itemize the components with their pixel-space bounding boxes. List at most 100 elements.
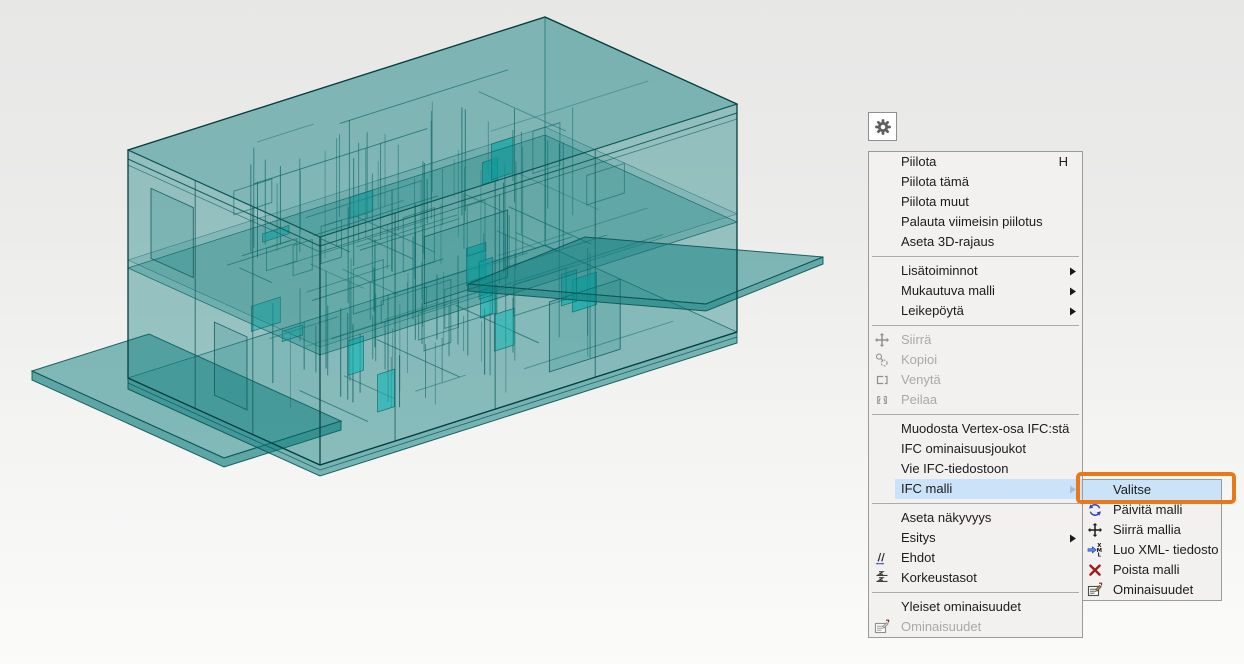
menu-item-label: Ominaisuudet <box>1113 580 1221 600</box>
menu-item-label: Aseta 3D-rajaus <box>901 232 1082 252</box>
xml-icon: X M L <box>1087 542 1103 558</box>
menu-icon-gutter <box>869 597 895 617</box>
submenu-arrow <box>1070 267 1082 276</box>
menu-item-label: Siirrä <box>901 330 1082 350</box>
menu-item-label: Venytä <box>901 370 1082 390</box>
menu-item-label: Muodosta Vertex-osa IFC:stä <box>901 419 1082 439</box>
menu-item-peilaa: Peilaa <box>869 390 1082 410</box>
menu-item-label: Mukautuva malli <box>901 281 1070 301</box>
context-menu: PiilotaHPiilota tämäPiilota muutPalauta … <box>868 151 1083 638</box>
move-icon <box>1087 522 1103 538</box>
menu-separator <box>869 252 1082 261</box>
menu-item-vie-ifc-tiedostoon[interactable]: Vie IFC-tiedostoon <box>869 459 1082 479</box>
menu-item-palauta-viimeisin-piilotus[interactable]: Palauta viimeisin piilotus <box>869 212 1082 232</box>
submenu-arrow <box>1070 534 1082 543</box>
menu-item-label: Ehdot <box>901 548 1082 568</box>
refresh-icon <box>1087 502 1103 518</box>
menu-icon-gutter <box>869 479 895 499</box>
properties-icon <box>869 617 895 637</box>
menu-item-label: Kopioi <box>901 350 1082 370</box>
menu-item-shortcut: H <box>1059 152 1082 172</box>
properties-icon <box>1083 580 1107 600</box>
refresh-icon <box>1083 500 1107 520</box>
menu-item-esitys[interactable]: Esitys <box>869 528 1082 548</box>
menu-icon-gutter <box>869 261 895 281</box>
properties-icon <box>874 619 890 635</box>
submenu-item-ominaisuudet[interactable]: Ominaisuudet <box>1083 580 1221 600</box>
gear-icon <box>874 118 892 136</box>
menu-icon-gutter <box>869 281 895 301</box>
copy-icon <box>869 350 895 370</box>
menu-item-piilota-muut[interactable]: Piilota muut <box>869 192 1082 212</box>
menu-item-lisätoiminnot[interactable]: Lisätoiminnot <box>869 261 1082 281</box>
menu-separator <box>869 321 1082 330</box>
menu-icon-gutter <box>869 459 895 479</box>
submenu-item-siirrä-mallia[interactable]: Siirrä mallia <box>1083 520 1221 540</box>
menu-item-siirrä: Siirrä <box>869 330 1082 350</box>
submenu-arrow-icon <box>1070 267 1076 276</box>
conditions-icon <box>869 548 895 568</box>
stretch-icon <box>874 372 890 388</box>
menu-item-yleiset-ominaisuudet[interactable]: Yleiset ominaisuudet <box>869 597 1082 617</box>
menu-icon-gutter <box>869 301 895 321</box>
menu-item-ominaisuudet: Ominaisuudet <box>869 617 1082 637</box>
menu-item-label: Valitse <box>1113 480 1221 500</box>
menu-separator <box>869 499 1082 508</box>
menu-icon-gutter <box>869 528 895 548</box>
copy-icon <box>874 352 890 368</box>
menu-icon-gutter <box>869 212 895 232</box>
menu-icon-gutter <box>869 192 895 212</box>
menu-item-aseta-näkyvyys[interactable]: Aseta näkyvyys <box>869 508 1082 528</box>
menu-item-piilota-tämä[interactable]: Piilota tämä <box>869 172 1082 192</box>
menu-item-ifc-ominaisuusjoukot[interactable]: IFC ominaisuusjoukot <box>869 439 1082 459</box>
menu-separator <box>869 410 1082 419</box>
submenu-item-luo-xml-tiedosto[interactable]: X M L Luo XML- tiedosto <box>1083 540 1221 560</box>
menu-icon-gutter <box>869 172 895 192</box>
menu-item-aseta-3d-rajaus[interactable]: Aseta 3D-rajaus <box>869 232 1082 252</box>
menu-item-label: Luo XML- tiedosto <box>1113 540 1221 560</box>
stretch-icon <box>869 370 895 390</box>
menu-item-label: Vie IFC-tiedostoon <box>901 459 1082 479</box>
menu-item-label: Päivitä malli <box>1113 500 1221 520</box>
menu-item-label: Siirrä mallia <box>1113 520 1221 540</box>
submenu-arrow-icon <box>1070 307 1076 316</box>
menu-icon-gutter <box>869 439 895 459</box>
menu-icon-gutter <box>869 232 895 252</box>
submenu-item-päivitä-malli[interactable]: Päivitä malli <box>1083 500 1221 520</box>
conditions-icon <box>874 550 890 566</box>
submenu-item-valitse[interactable]: Valitse <box>1083 480 1221 500</box>
gear-button[interactable] <box>868 112 897 141</box>
menu-item-ifc-malli[interactable]: IFC malli <box>869 479 1082 499</box>
submenu-arrow-icon <box>1070 485 1076 494</box>
menu-item-label: Palauta viimeisin piilotus <box>901 212 1082 232</box>
menu-item-korkeustasot[interactable]: Korkeustasot <box>869 568 1082 588</box>
menu-item-label: Leikepöytä <box>901 301 1070 321</box>
menu-item-label: Korkeustasot <box>901 568 1082 588</box>
move-icon <box>1083 520 1107 540</box>
menu-separator <box>869 588 1082 597</box>
menu-item-leikepöytä[interactable]: Leikepöytä <box>869 301 1082 321</box>
mirror-icon <box>869 390 895 410</box>
menu-item-label: Lisätoiminnot <box>901 261 1070 281</box>
submenu-arrow <box>1070 307 1082 316</box>
delete-icon <box>1083 560 1107 580</box>
menu-icon-gutter <box>1083 480 1107 500</box>
menu-item-piilota[interactable]: PiilotaH <box>869 152 1082 172</box>
menu-item-label: Peilaa <box>901 390 1082 410</box>
menu-item-label: Piilota <box>901 152 1059 172</box>
svg-text:L: L <box>1098 553 1102 558</box>
menu-item-label: Aseta näkyvyys <box>901 508 1082 528</box>
menu-item-ehdot[interactable]: Ehdot <box>869 548 1082 568</box>
menu-item-label: IFC malli <box>901 479 1070 499</box>
menu-item-mukautuva-malli[interactable]: Mukautuva malli <box>869 281 1082 301</box>
menu-item-label: Ominaisuudet <box>901 617 1082 637</box>
menu-icon-gutter <box>869 508 895 528</box>
submenu-item-poista-malli[interactable]: Poista malli <box>1083 560 1221 580</box>
submenu-arrow <box>1070 287 1082 296</box>
move-icon <box>869 330 895 350</box>
submenu-arrow <box>1070 485 1082 494</box>
move-icon <box>874 332 890 348</box>
delete-icon <box>1087 562 1103 578</box>
menu-item-muodosta-vertex-osa-ifc-stä[interactable]: Muodosta Vertex-osa IFC:stä <box>869 419 1082 439</box>
menu-icon-gutter <box>869 419 895 439</box>
